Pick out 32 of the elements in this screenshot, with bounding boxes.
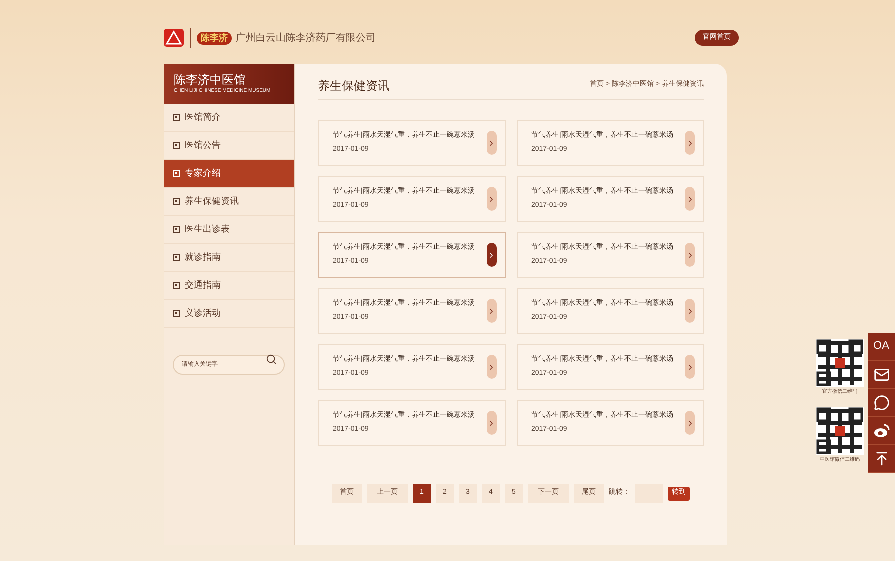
sidebar-menu-item[interactable]: 就诊指南 bbox=[164, 244, 294, 272]
sidebar-menu-item[interactable]: 医生出诊表 bbox=[164, 216, 294, 244]
mail-button[interactable] bbox=[868, 361, 895, 389]
top-button[interactable] bbox=[868, 445, 895, 473]
back-to-top-icon bbox=[874, 450, 890, 466]
sidebar-menu-item[interactable]: 专家介绍 bbox=[164, 160, 294, 188]
sidebar-menu-item[interactable]: 医馆简介 bbox=[164, 104, 294, 132]
wechat-button[interactable] bbox=[868, 389, 895, 417]
oa-button[interactable]: OA bbox=[868, 333, 895, 361]
mail-icon bbox=[874, 366, 890, 382]
company-name: 广州白云山陈李济药厂有限公司 bbox=[236, 32, 376, 46]
bullet-icon bbox=[173, 114, 180, 121]
brand-logo: 陈李济 bbox=[197, 32, 232, 44]
bullet-icon bbox=[173, 310, 180, 317]
sidebar-menu-item[interactable]: 养生保健资讯 bbox=[164, 188, 294, 216]
page-title: 养生保健资讯 bbox=[318, 78, 390, 94]
bullet-icon bbox=[173, 226, 180, 233]
qr-code bbox=[816, 406, 864, 454]
qr-code bbox=[816, 339, 864, 387]
bullet-icon bbox=[173, 282, 180, 289]
sidebar-menu-item[interactable]: 交通指南 bbox=[164, 272, 294, 300]
company-logo-icon bbox=[164, 29, 184, 47]
chat-icon bbox=[874, 394, 890, 410]
weibo-icon bbox=[874, 424, 890, 438]
bullet-icon bbox=[173, 142, 180, 149]
weibo-button[interactable] bbox=[868, 417, 895, 445]
bullet-icon bbox=[173, 254, 180, 261]
bullet-icon bbox=[173, 198, 180, 205]
search-icon bbox=[266, 354, 277, 365]
museum-title: 陈李济中医馆 bbox=[174, 73, 247, 88]
sidebar-menu-item[interactable]: 义诊活动 bbox=[164, 300, 294, 328]
bullet-icon bbox=[173, 170, 180, 177]
